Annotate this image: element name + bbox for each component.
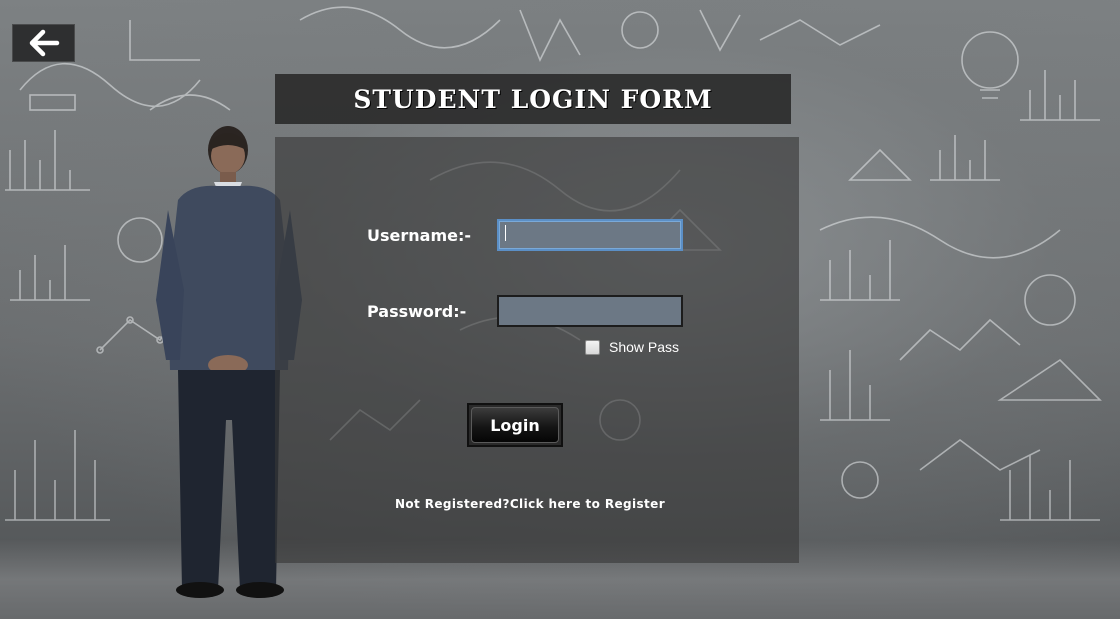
- password-label: Password:-: [367, 302, 467, 321]
- form-title-bar: STUDENT LOGIN FORM: [275, 74, 791, 124]
- username-field-wrapper: [497, 219, 683, 251]
- username-input[interactable]: [497, 219, 683, 251]
- show-pass-label[interactable]: Show Pass: [609, 339, 679, 355]
- login-button[interactable]: Login: [467, 403, 563, 447]
- form-title: STUDENT LOGIN FORM: [353, 84, 713, 114]
- arrow-left-icon: [29, 29, 59, 57]
- username-label: Username:-: [367, 226, 472, 245]
- login-form-panel: Username:- Password:- Show Pass Login No…: [275, 137, 799, 563]
- back-button[interactable]: [12, 24, 75, 62]
- login-button-label: Login: [471, 407, 559, 443]
- text-caret: [505, 225, 506, 241]
- register-link[interactable]: Not Registered?Click here to Register: [275, 497, 785, 511]
- password-input[interactable]: [497, 295, 683, 327]
- show-pass-checkbox[interactable]: [585, 340, 600, 355]
